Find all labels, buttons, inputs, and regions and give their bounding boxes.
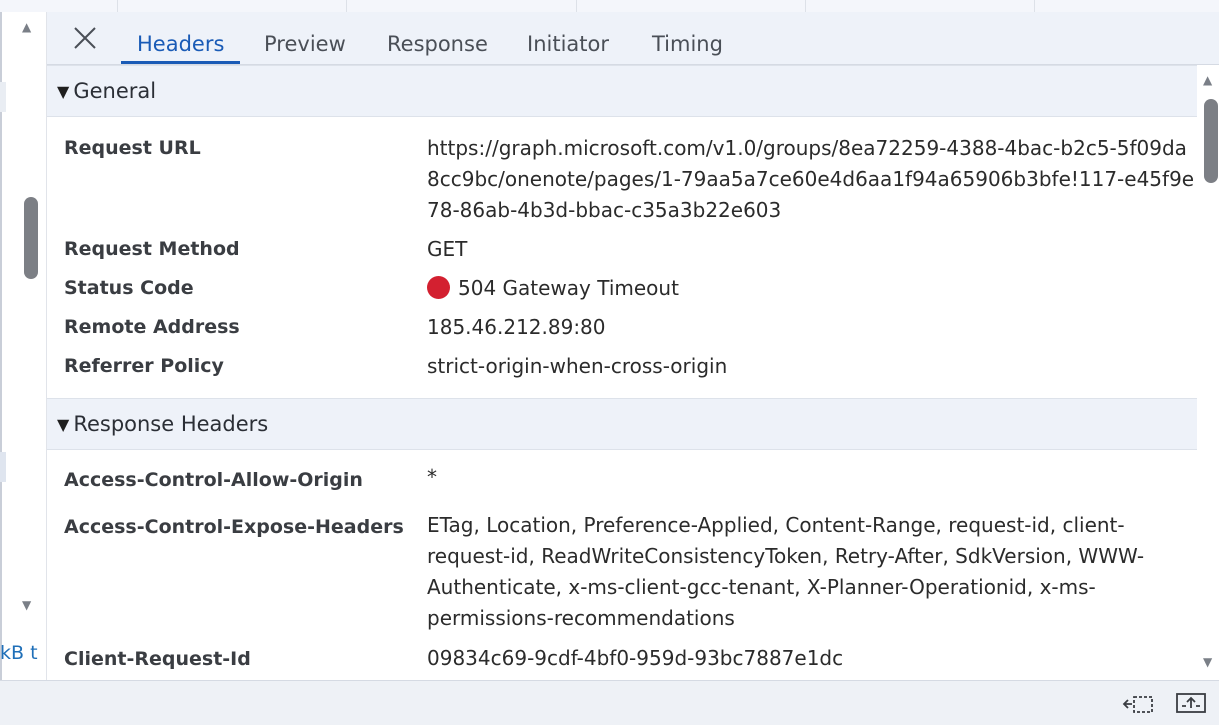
status-error-dot-icon — [427, 276, 450, 299]
dock-button[interactable] — [1122, 689, 1156, 717]
client-request-id-label: Client-Request-Id — [64, 648, 251, 670]
acao-label: Access-Control-Allow-Origin — [64, 469, 363, 491]
undock-icon — [1176, 693, 1206, 713]
transfer-size-fragment: kB t — [0, 642, 38, 664]
status-code-value: 504 Gateway Timeout — [458, 276, 679, 300]
undock-button[interactable] — [1174, 689, 1208, 717]
status-code-row: 504 Gateway Timeout — [427, 273, 1197, 304]
referrer-policy-value: strict-origin-when-cross-origin — [427, 354, 728, 378]
details-tab-bar: Headers Preview Response Initiator Timin… — [47, 12, 1219, 65]
scroll-down-arrow-icon[interactable]: ▼ — [22, 598, 31, 612]
section-title: Response Headers — [73, 412, 269, 436]
column-divider — [805, 0, 806, 12]
pane-edge — [0, 12, 2, 680]
details-scrollbar[interactable]: ▲ ▼ — [1199, 65, 1219, 680]
status-code-label: Status Code — [64, 277, 194, 299]
client-request-id-value: 09834c69-9cdf-4bf0-959d-93bc7887e1dc — [427, 646, 844, 670]
scroll-up-arrow-icon[interactable]: ▲ — [1203, 73, 1212, 87]
request-url-label: Request URL — [64, 137, 201, 159]
request-list-scrollbar-thumb[interactable] — [24, 197, 38, 279]
tab-headers[interactable]: Headers — [121, 12, 241, 64]
row-marker-selected — [0, 452, 6, 482]
tab-timing[interactable]: Timing — [636, 12, 739, 64]
close-icon — [74, 27, 96, 49]
tab-initiator[interactable]: Initiator — [511, 12, 625, 64]
scroll-down-arrow-icon[interactable]: ▼ — [1203, 655, 1212, 669]
column-divider — [117, 0, 118, 12]
dock-side-icon — [1122, 696, 1153, 713]
details-scrollbar-thumb[interactable] — [1204, 99, 1218, 183]
tab-preview[interactable]: Preview — [248, 12, 362, 64]
row-marker — [0, 82, 6, 112]
tab-response[interactable]: Response — [371, 12, 504, 64]
bottom-toolbar — [0, 680, 1219, 725]
column-divider — [1034, 0, 1035, 12]
headers-content: ▼ General Request URL https://graph.micro… — [47, 65, 1197, 680]
referrer-policy-label: Referrer Policy — [64, 355, 224, 377]
remote-address-label: Remote Address — [64, 316, 240, 338]
expand-triangle-icon: ▼ — [57, 82, 70, 101]
acao-value: * — [427, 465, 437, 489]
general-section-header[interactable]: ▼ General — [47, 65, 1197, 117]
response-headers-section-header[interactable]: ▼ Response Headers — [47, 398, 1197, 450]
column-divider — [346, 0, 347, 12]
aceh-label: Access-Control-Expose-Headers — [64, 516, 404, 538]
close-button[interactable] — [69, 22, 101, 54]
section-title: General — [73, 79, 157, 103]
remote-address-value: 185.46.212.89:80 — [427, 315, 606, 339]
request-details-panel: Headers Preview Response Initiator Timin… — [47, 12, 1219, 680]
request-list-pane: ▲ ▼ kB t — [0, 12, 47, 680]
request-method-value: GET — [427, 237, 468, 261]
column-divider — [576, 0, 577, 12]
request-url-value: https://graph.microsoft.com/v1.0/groups/… — [427, 136, 1195, 222]
scroll-up-arrow-icon[interactable]: ▲ — [22, 20, 31, 34]
request-method-label: Request Method — [64, 238, 240, 260]
expand-triangle-icon: ▼ — [57, 415, 70, 434]
aceh-value: ETag, Location, Preference-Applied, Cont… — [427, 513, 1145, 630]
